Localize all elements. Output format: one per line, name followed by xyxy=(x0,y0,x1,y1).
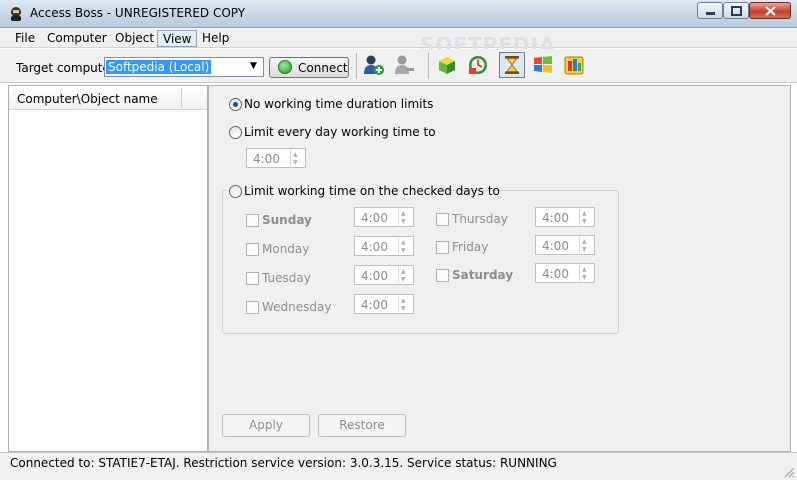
spin-down-icon[interactable]: ▼ xyxy=(401,247,406,254)
spin-up-icon[interactable]: ▲ xyxy=(401,297,406,304)
no-limits-label: No working time duration limits xyxy=(244,97,434,111)
target-computer-value[interactable]: Softpedia (Local) xyxy=(106,60,212,74)
minimize-button[interactable] xyxy=(697,2,723,19)
every-day-label: Limit every day working time to xyxy=(244,125,436,139)
object-tree-panel[interactable] xyxy=(8,85,208,452)
maximize-button[interactable] xyxy=(723,2,749,19)
spin-buttons[interactable]: ▲ ▼ xyxy=(398,209,412,225)
spin-down-icon[interactable]: ▼ xyxy=(401,305,406,312)
spin-up-icon[interactable]: ▲ xyxy=(401,239,406,246)
tuesday-time-value: 4:00 xyxy=(361,269,388,283)
wednesday-time-value: 4:00 xyxy=(361,298,388,312)
spin-buttons[interactable]: ▲ ▼ xyxy=(579,265,593,281)
close-button[interactable] xyxy=(749,2,791,19)
spin-down-icon[interactable]: ▼ xyxy=(401,276,406,283)
program-icon[interactable] xyxy=(436,54,458,76)
apps-icon[interactable] xyxy=(563,54,585,76)
sunday-time-spinner[interactable]: 4:00 ▲ ▼ xyxy=(354,207,414,227)
spin-buttons[interactable]: ▲ ▼ xyxy=(398,238,412,254)
menu-view[interactable]: View xyxy=(157,30,198,47)
remove-user-icon[interactable] xyxy=(393,54,415,76)
spin-down-icon[interactable]: ▼ xyxy=(582,274,587,281)
maximize-icon xyxy=(731,6,742,16)
chevron-down-icon[interactable]: ▼ xyxy=(250,61,257,71)
friday-time-spinner[interactable]: 4:00 ▲ ▼ xyxy=(535,235,595,255)
spin-up-icon[interactable]: ▲ xyxy=(582,238,587,245)
saturday-time-value: 4:00 xyxy=(542,267,569,281)
internet-schedule-icon[interactable] xyxy=(467,54,489,76)
spin-up-icon[interactable]: ▲ xyxy=(401,210,406,217)
thursday-time-value: 4:00 xyxy=(542,211,569,225)
column-header-label: Computer\Object name xyxy=(17,92,158,106)
window-title: Access Boss - UNREGISTERED COPY xyxy=(30,6,246,20)
menu-object[interactable]: Object xyxy=(110,30,159,47)
spin-buttons[interactable]: ▲ ▼ xyxy=(579,237,593,253)
column-separator[interactable] xyxy=(181,88,182,108)
thursday-time-spinner[interactable]: 4:00 ▲ ▼ xyxy=(535,207,595,227)
monday-time-spinner[interactable]: 4:00 ▲ ▼ xyxy=(354,236,414,256)
restore-button[interactable]: Restore xyxy=(318,414,406,437)
sunday-label: Sunday xyxy=(262,213,312,227)
thursday-label: Thursday xyxy=(452,212,508,226)
add-user-icon[interactable] xyxy=(362,54,384,76)
toolbar-separator xyxy=(428,53,429,79)
thursday-checkbox[interactable] xyxy=(436,213,449,226)
saturday-label: Saturday xyxy=(452,268,514,282)
app-icon xyxy=(11,7,21,21)
spin-buttons[interactable]: ▲ ▼ xyxy=(398,296,412,312)
hourglass-icon[interactable] xyxy=(501,54,523,76)
minimize-icon xyxy=(706,12,715,15)
menu-help[interactable]: Help xyxy=(197,30,234,47)
saturday-time-spinner[interactable]: 4:00 ▲ ▼ xyxy=(535,263,595,283)
tuesday-time-spinner[interactable]: 4:00 ▲ ▼ xyxy=(354,265,414,285)
friday-checkbox[interactable] xyxy=(436,241,449,254)
no-limits-radio[interactable] xyxy=(229,98,242,111)
connect-label: Connect xyxy=(298,61,348,75)
every-day-time-spinner[interactable]: 4:00 ▲ ▼ xyxy=(246,148,306,168)
friday-time-value: 4:00 xyxy=(542,239,569,253)
windows-icon[interactable] xyxy=(532,54,554,76)
status-text: Connected to: STATIE7-ETAJ. Restriction … xyxy=(10,456,557,470)
spin-up-icon[interactable]: ▲ xyxy=(582,266,587,273)
menu-file[interactable]: File xyxy=(10,30,40,47)
spin-down-icon[interactable]: ▼ xyxy=(401,218,406,225)
spin-up-icon[interactable]: ▲ xyxy=(401,268,406,275)
toolbar-separator xyxy=(356,53,357,79)
sunday-checkbox[interactable] xyxy=(246,214,259,227)
target-computer-label: Target computer xyxy=(16,61,115,75)
spin-buttons[interactable]: ▲ ▼ xyxy=(290,150,304,166)
checked-days-radio[interactable] xyxy=(229,185,242,198)
monday-label: Monday xyxy=(262,242,310,256)
checked-days-label: Limit working time on the checked days t… xyxy=(244,184,500,198)
spin-buttons[interactable]: ▲ ▼ xyxy=(398,267,412,283)
every-day-time-value: 4:00 xyxy=(253,152,280,166)
spin-down-icon[interactable]: ▼ xyxy=(582,246,587,253)
spin-buttons[interactable]: ▲ ▼ xyxy=(579,209,593,225)
tuesday-checkbox[interactable] xyxy=(246,272,259,285)
close-icon xyxy=(765,6,776,16)
spin-up-icon[interactable]: ▲ xyxy=(582,210,587,217)
sunday-time-value: 4:00 xyxy=(361,211,388,225)
every-day-radio[interactable] xyxy=(229,126,242,139)
wednesday-label: Wednesday xyxy=(262,300,332,314)
spin-down-icon[interactable]: ▼ xyxy=(293,159,298,166)
friday-label: Friday xyxy=(452,240,489,254)
wednesday-time-spinner[interactable]: 4:00 ▲ ▼ xyxy=(354,294,414,314)
tuesday-label: Tuesday xyxy=(262,271,311,285)
saturday-checkbox[interactable] xyxy=(436,269,449,282)
resize-grip-icon[interactable] xyxy=(783,466,795,478)
spin-down-icon[interactable]: ▼ xyxy=(582,218,587,225)
spin-up-icon[interactable]: ▲ xyxy=(293,151,298,158)
wednesday-checkbox[interactable] xyxy=(246,301,259,314)
menu-computer[interactable]: Computer xyxy=(42,30,112,47)
monday-time-value: 4:00 xyxy=(361,240,388,254)
apply-button[interactable]: Apply xyxy=(222,414,310,437)
connect-icon xyxy=(278,60,292,74)
monday-checkbox[interactable] xyxy=(246,243,259,256)
